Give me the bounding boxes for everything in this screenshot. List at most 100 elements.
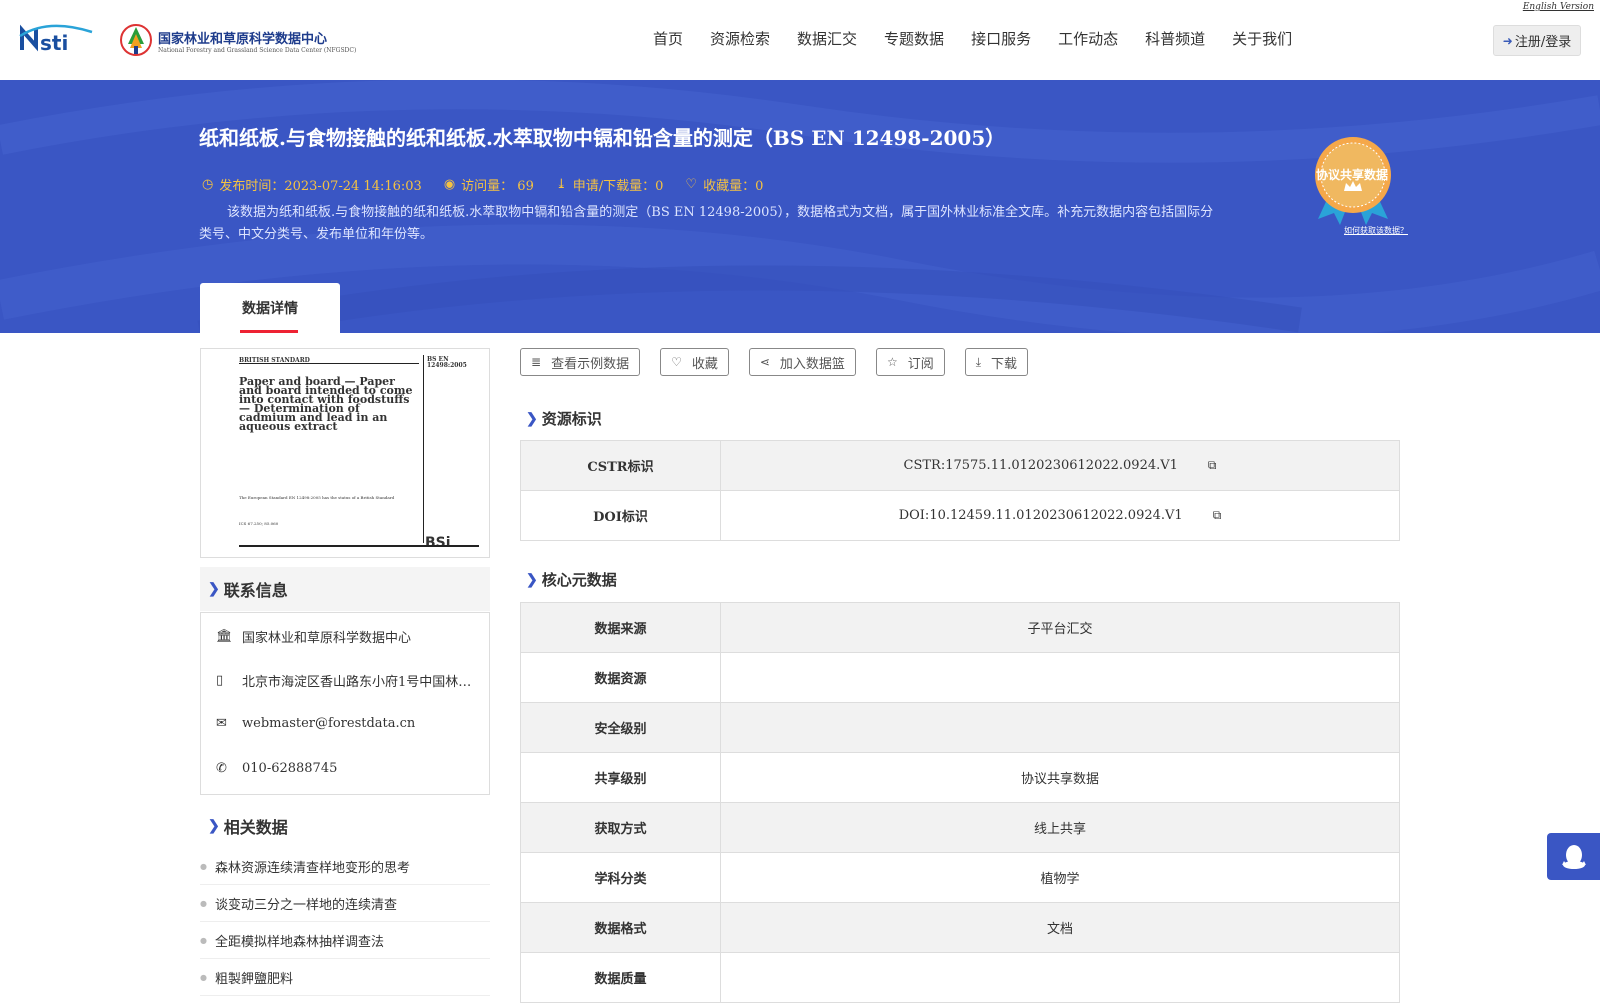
table-row: 数据资源 (520, 652, 1400, 703)
related-item-text: 谈变动三分之一样地的连续清查 (214, 897, 397, 913)
core-meta-heading: ❯ 核心元数据 (520, 569, 617, 590)
heart-icon: ♡ (671, 355, 682, 369)
login-label: 注册/登录 (1514, 35, 1572, 50)
related-item-text: 粗製鉀鹽肥料 (214, 971, 293, 987)
cstr-value: CSTR:17575.11.0120230612022.0924.V1 (903, 458, 1178, 473)
dataset-title: 纸和纸板.与食物接触的纸和纸板.水萃取物中镉和铅含量的测定（BS EN 1249… (199, 126, 1006, 150)
table-row: 数据格式 文档 (520, 902, 1400, 953)
related-item-text: 全距模拟样地森林抽样调查法 (214, 934, 384, 950)
table-row: 数据来源 子平台汇交 (520, 602, 1400, 653)
tab-data-detail[interactable]: 数据详情 (200, 283, 340, 333)
share-icon: ⋖ (759, 355, 770, 369)
add-to-basket-button[interactable]: ⋖ 加入数据篮 (748, 348, 856, 376)
subscribe-button[interactable]: ☆ 订阅 (875, 348, 945, 376)
svg-text:sti: sti (40, 31, 68, 54)
meta-key: 数据格式 (520, 902, 721, 953)
meta-value (720, 652, 1400, 703)
contact-heading-text: 联系信息 (223, 581, 288, 600)
nav-api-service[interactable]: 接口服务 (971, 28, 1031, 49)
related-item[interactable]: ● 森林资源连续清查样地变形的思考 (200, 848, 490, 885)
how-to-get-link[interactable]: 如何获取该数据？ (1344, 225, 1408, 236)
nav-resource-search[interactable]: 资源检索 (710, 28, 770, 49)
nsti-logo[interactable]: sti (18, 22, 96, 58)
doc-number: BS EN 12498:2005 (427, 356, 467, 369)
nav-news[interactable]: 工作动态 (1058, 28, 1118, 49)
meta-value (720, 952, 1400, 1003)
nav-home[interactable]: 首页 (653, 28, 683, 49)
table-row: DOI标识 DOI:10.12459.11.0120230612022.0924… (520, 490, 1400, 541)
main-nav: 首页 资源检索 数据汇交 专题数据 接口服务 工作动态 科普频道 关于我们 (653, 28, 1319, 49)
favorite-count: ♡ 收藏量：0 (685, 175, 763, 194)
related-item[interactable]: ● 谈变动三分之一样地的连续清查 (200, 885, 490, 922)
meta-value: 协议共享数据 (720, 752, 1400, 803)
chevron-right-icon: ❯ (208, 581, 220, 597)
publish-time-text: 发布时间：2023-07-24 14:16:03 (219, 179, 422, 194)
view-sample-button[interactable]: ≣ 查看示例数据 (520, 348, 641, 376)
dataset-description: 该数据为纸和纸板.与食物接触的纸和纸板.水萃取物中镉和铅含量的测定（BS EN … (199, 205, 1214, 242)
doi-value: DOI:10.12459.11.0120230612022.0924.V1 (898, 508, 1183, 523)
login-button[interactable]: ➜ 注册/登录 (1493, 25, 1581, 56)
core-meta-table: 数据来源 子平台汇交 数据资源 安全级别 共享级别 协议共享数据 获取方式 线上共享 … (520, 602, 1400, 1003)
doi-key: DOI标识 (520, 490, 721, 541)
download-count-text: 申请/下载量：0 (572, 179, 664, 194)
mail-icon: ✉ (216, 716, 227, 731)
nav-about[interactable]: 关于我们 (1232, 28, 1292, 49)
meta-key: 数据质量 (520, 952, 721, 1003)
bullet-icon: ● (200, 972, 207, 982)
nav-data-submit[interactable]: 数据汇交 (797, 28, 857, 49)
meta-key: 获取方式 (520, 802, 721, 853)
chevron-right-icon: ❯ (526, 571, 538, 588)
nfgsdc-logo[interactable]: 国家林业和草原科学数据中心 National Forestry and Gras… (118, 22, 356, 62)
meta-key: 学科分类 (520, 852, 721, 903)
star-icon: ☆ (886, 355, 898, 369)
related-heading-text: 相关数据 (223, 818, 288, 837)
related-heading: ❯ 相关数据 (200, 804, 490, 848)
nav-topic-data[interactable]: 专题数据 (884, 28, 944, 49)
related-item-text: 森林资源连续清查样地变形的思考 (214, 860, 410, 876)
contact-org-text: 国家林业和草原科学数据中心 (242, 631, 412, 646)
table-row: 获取方式 线上共享 (520, 802, 1400, 853)
contact-phone: ✆ 010-62888745 (216, 761, 478, 776)
meta-key: 共享级别 (520, 752, 721, 803)
meta-key: 安全级别 (520, 702, 721, 753)
core-meta-heading-text: 核心元数据 (541, 571, 617, 589)
download-button[interactable]: ⤓ 下载 (964, 348, 1029, 376)
meta-value: 植物学 (720, 852, 1400, 903)
copy-icon[interactable]: ⧉ (1208, 458, 1217, 472)
download-icon: ⤓ (555, 177, 567, 192)
favorite-count-text: 收藏量：0 (703, 179, 764, 194)
bullet-icon: ● (200, 861, 207, 871)
action-toolbar: ≣ 查看示例数据 ♡ 收藏 ⋖ 加入数据篮 ☆ 订阅 ⤓ 下载 (520, 348, 1048, 376)
dataset-meta: ◷ 发布时间：2023-07-24 14:16:03 ◉ 访问量： 69 ⤓ 申请/下… (202, 175, 785, 194)
clock-icon: ◷ (202, 177, 214, 192)
add-to-basket-label: 加入数据篮 (779, 356, 845, 372)
document-thumbnail[interactable]: BRITISH STANDARD BS EN 12498:2005 Paper … (200, 348, 490, 558)
english-version-link[interactable]: English Version (1523, 2, 1594, 12)
resource-id-heading-text: 资源标识 (541, 410, 602, 428)
logo-title-cn: 国家林业和草原科学数据中心 (158, 32, 328, 47)
favorite-button[interactable]: ♡ 收藏 (660, 348, 729, 376)
qq-icon (1561, 844, 1586, 869)
bullet-icon: ● (200, 935, 207, 945)
bank-icon: 🏛 (216, 629, 233, 644)
visit-count-text: 访问量： 69 (461, 179, 534, 194)
related-item[interactable]: ● 粗製鉀鹽肥料 (200, 959, 490, 996)
bsi-logo: BSi (425, 535, 451, 551)
nav-science[interactable]: 科普频道 (1145, 28, 1205, 49)
chevron-right-icon: ❯ (208, 818, 220, 834)
contact-heading: ❯ 联系信息 (200, 567, 490, 611)
eye-icon: ◉ (443, 177, 456, 192)
resource-id-table: CSTR标识 CSTR:17575.11.0120230612022.0924.… (520, 440, 1400, 541)
qq-chat-button[interactable] (1547, 833, 1600, 880)
meta-value (720, 702, 1400, 753)
copy-icon[interactable]: ⧉ (1213, 508, 1222, 522)
contact-email[interactable]: ✉ webmaster@forestdata.cn (216, 716, 478, 731)
contact-org: 🏛 国家林业和草原科学数据中心 (216, 627, 478, 646)
table-row: CSTR标识 CSTR:17575.11.0120230612022.0924.… (520, 440, 1400, 491)
map-icon: ▯ (216, 673, 224, 688)
cstr-key: CSTR标识 (520, 440, 721, 491)
meta-key: 数据来源 (520, 602, 721, 653)
contact-phone-text: 010-62888745 (242, 761, 338, 776)
download-count: ⤓ 申请/下载量：0 (556, 175, 664, 194)
related-item[interactable]: ● 全距模拟样地森林抽样调查法 (200, 922, 490, 959)
